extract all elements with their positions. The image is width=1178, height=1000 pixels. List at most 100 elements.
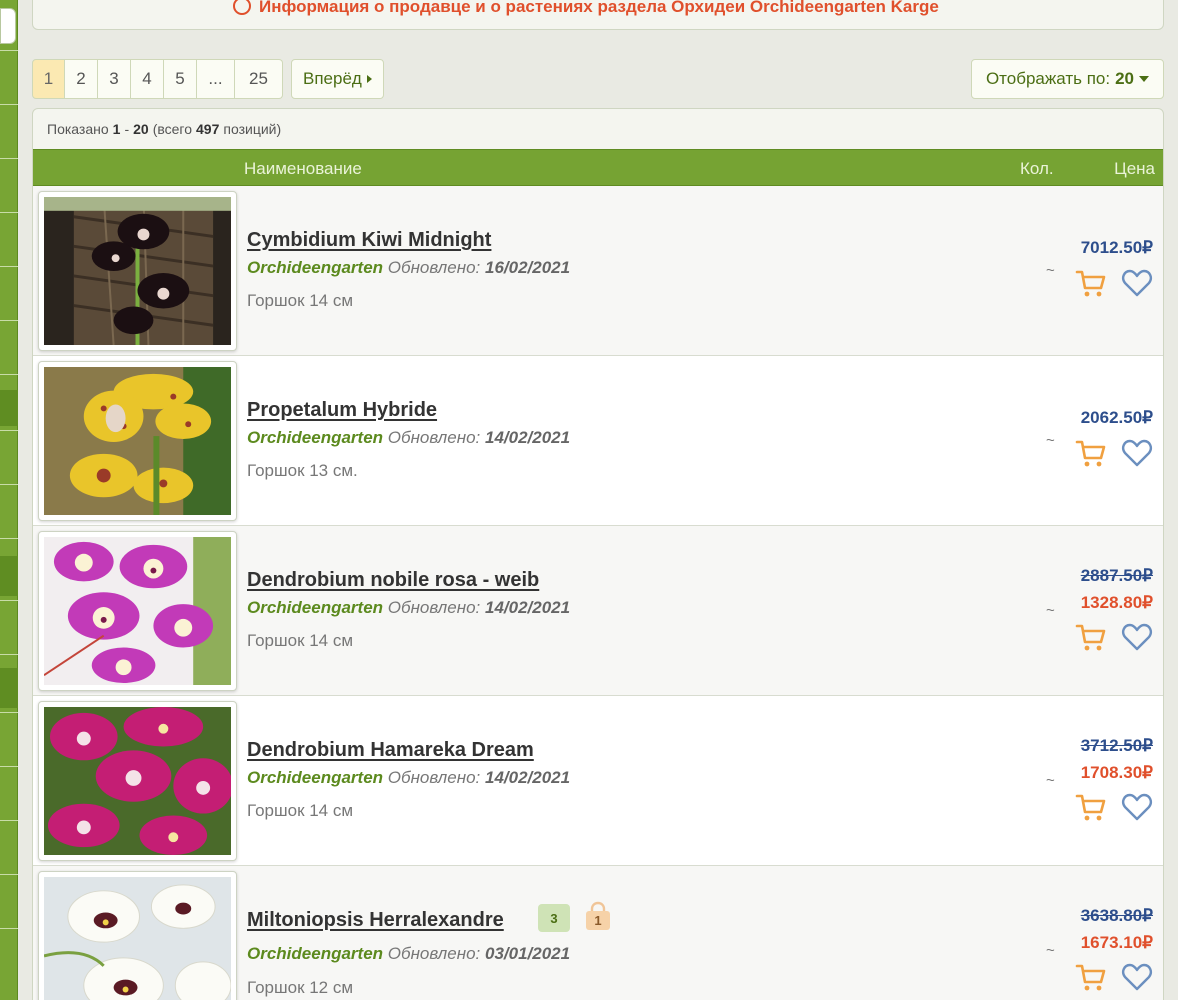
heart-icon[interactable] bbox=[1121, 622, 1153, 652]
seller-link[interactable]: Orchideengarten bbox=[247, 944, 383, 963]
sale-price: 1328.80₽ bbox=[1080, 593, 1153, 612]
product-title-link[interactable]: Miltoniopsis Herralexandre bbox=[247, 909, 504, 932]
seller-info-text: Информация о продавце и о растениях разд… bbox=[259, 0, 939, 16]
product-rows: Cymbidium Kiwi Midnight Orchideengarten … bbox=[33, 186, 1163, 1000]
summary-total: 497 bbox=[196, 121, 220, 137]
summary-total-suffix: позиций) bbox=[223, 121, 282, 137]
orchid-photo bbox=[43, 537, 231, 685]
product-title-link[interactable]: Cymbidium Kiwi Midnight bbox=[247, 229, 491, 252]
heart-icon[interactable] bbox=[1121, 438, 1153, 468]
product-thumbnail[interactable] bbox=[38, 531, 237, 691]
page-3[interactable]: 3 bbox=[98, 59, 131, 99]
product-row: Dendrobium nobile rosa - weib Orchideeng… bbox=[33, 526, 1163, 696]
qty-tilde: ~ bbox=[1046, 772, 1055, 789]
chevron-down-icon bbox=[1139, 76, 1149, 82]
heart-icon[interactable] bbox=[1121, 268, 1153, 298]
column-price[interactable]: Цена bbox=[1114, 159, 1155, 179]
product-meta: Orchideengarten Обновлено: 16/02/2021 bbox=[247, 258, 570, 278]
product-description: Горшок 12 см bbox=[247, 978, 354, 997]
page-4[interactable]: 4 bbox=[131, 59, 164, 99]
table-header: Наименование Кол. Цена bbox=[33, 149, 1163, 186]
product-thumbnail[interactable] bbox=[38, 701, 237, 861]
updated-date: 14/02/2021 bbox=[485, 428, 571, 447]
cart-icon[interactable] bbox=[1075, 622, 1107, 652]
price: 7012.50₽ bbox=[1080, 238, 1153, 257]
orchid-photo bbox=[44, 707, 233, 855]
summary-to: 20 bbox=[133, 121, 149, 137]
seller-link[interactable]: Orchideengarten bbox=[247, 768, 383, 787]
updated-date: 14/02/2021 bbox=[485, 598, 571, 617]
info-icon bbox=[233, 0, 251, 15]
results-summary: Показано 1 - 20 (всего 497 позиций) bbox=[33, 109, 1163, 149]
updated-date: 03/01/2021 bbox=[485, 944, 571, 963]
left-sidebar-strip bbox=[0, 0, 18, 1000]
sidebar-handle[interactable] bbox=[0, 8, 16, 44]
updated-date: 16/02/2021 bbox=[485, 258, 571, 277]
product-meta: Orchideengarten Обновлено: 03/01/2021 bbox=[247, 944, 570, 964]
bag-icon[interactable]: 1 bbox=[582, 900, 614, 932]
qty-tilde: ~ bbox=[1046, 942, 1055, 959]
cart-icon[interactable] bbox=[1075, 962, 1107, 992]
summary-total-prefix: (всего bbox=[152, 121, 193, 137]
page-2[interactable]: 2 bbox=[65, 59, 98, 99]
updated-label: Обновлено: bbox=[387, 944, 481, 963]
heart-icon[interactable] bbox=[1121, 792, 1153, 822]
product-meta: Orchideengarten Обновлено: 14/02/2021 bbox=[247, 768, 570, 788]
product-thumbnail[interactable] bbox=[38, 361, 237, 521]
product-description: Горшок 14 см bbox=[247, 631, 354, 650]
seller-link[interactable]: Orchideengarten bbox=[247, 598, 383, 617]
summary-prefix: Показано bbox=[47, 121, 109, 137]
seller-info-notice: Информация о продавце и о растениях разд… bbox=[32, 0, 1164, 30]
product-description: Горшок 14 см bbox=[247, 801, 354, 820]
heart-icon[interactable] bbox=[1121, 962, 1153, 992]
product-row: Propetalum Hybride Orchideengarten Обнов… bbox=[33, 356, 1163, 526]
product-thumbnail[interactable] bbox=[38, 871, 237, 1000]
page-ellipsis: ... bbox=[197, 59, 235, 99]
updated-label: Обновлено: bbox=[387, 428, 481, 447]
updated-label: Обновлено: bbox=[387, 768, 481, 787]
bag-count: 1 bbox=[594, 912, 602, 928]
seller-info-link[interactable]: Информация о продавце и о растениях разд… bbox=[233, 0, 939, 17]
sale-price: 1673.10₽ bbox=[1080, 933, 1153, 952]
product-title-link[interactable]: Dendrobium Hamareka Dream bbox=[247, 739, 534, 762]
per-page-label: Отображать по: bbox=[985, 69, 1111, 88]
cart-icon[interactable] bbox=[1075, 792, 1107, 822]
product-row: Miltoniopsis Herralexandre 3 1 Orchideen… bbox=[33, 866, 1163, 1000]
product-title-link[interactable]: Propetalum Hybride bbox=[247, 399, 437, 422]
old-price: 2887.50₽ bbox=[1080, 566, 1153, 585]
page-1[interactable]: 1 bbox=[32, 59, 65, 99]
old-price: 3638.80₽ bbox=[1080, 906, 1153, 925]
updated-label: Обновлено: bbox=[387, 598, 481, 617]
seller-link[interactable]: Orchideengarten bbox=[247, 258, 383, 277]
product-meta: Orchideengarten Обновлено: 14/02/2021 bbox=[247, 598, 570, 618]
questions-count-badge[interactable]: 3 bbox=[538, 904, 570, 932]
next-page-button[interactable]: Вперёд bbox=[291, 59, 384, 99]
sale-price: 1708.30₽ bbox=[1080, 763, 1153, 782]
qty-tilde: ~ bbox=[1046, 262, 1055, 279]
cart-icon[interactable] bbox=[1075, 438, 1107, 468]
orchid-photo bbox=[44, 367, 231, 515]
chevron-right-icon bbox=[366, 75, 372, 83]
orchid-photo bbox=[44, 196, 231, 346]
next-page-label: Вперёд bbox=[303, 69, 362, 88]
product-meta: Orchideengarten Обновлено: 14/02/2021 bbox=[247, 428, 570, 448]
product-row: Dendrobium Hamareka Dream Orchideengarte… bbox=[33, 696, 1163, 866]
seller-link[interactable]: Orchideengarten bbox=[247, 428, 383, 447]
product-description: Горшок 13 см. bbox=[247, 461, 358, 480]
page-5[interactable]: 5 bbox=[164, 59, 197, 99]
product-title-link[interactable]: Dendrobium nobile rosa - weib bbox=[247, 569, 539, 592]
per-page-value: 20 bbox=[1115, 69, 1134, 88]
product-list-panel: Показано 1 - 20 (всего 497 позиций) Наим… bbox=[32, 108, 1164, 1000]
summary-sep: - bbox=[124, 121, 130, 137]
orchid-photo bbox=[43, 877, 232, 1000]
pagination: 1 2 3 4 5 ... 25 Вперёд bbox=[32, 59, 384, 99]
page-25[interactable]: 25 bbox=[235, 59, 283, 99]
column-name[interactable]: Наименование bbox=[244, 159, 362, 179]
product-description: Горшок 14 см bbox=[247, 291, 354, 310]
old-price: 3712.50₽ bbox=[1080, 736, 1153, 755]
cart-icon[interactable] bbox=[1075, 268, 1107, 298]
column-qty: Кол. bbox=[1020, 159, 1054, 178]
product-thumbnail[interactable] bbox=[38, 191, 237, 351]
per-page-select[interactable]: Отображать по: 20 bbox=[970, 59, 1164, 99]
summary-from: 1 bbox=[112, 121, 121, 137]
